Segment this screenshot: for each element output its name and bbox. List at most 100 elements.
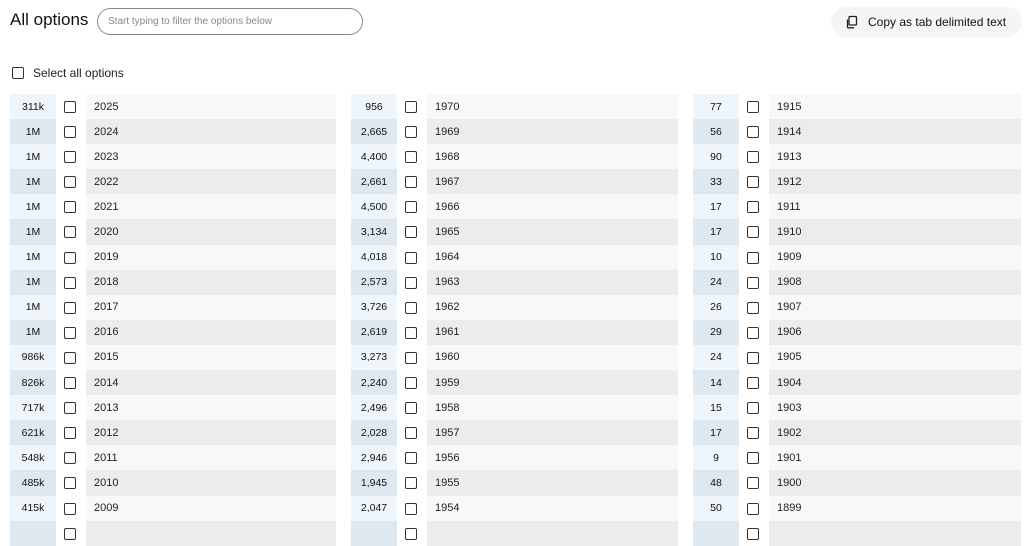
option-label: 2021 [86, 194, 336, 220]
option-checkbox[interactable] [64, 201, 76, 214]
option-label: 2024 [86, 119, 336, 145]
option-checkbox[interactable] [64, 251, 76, 264]
option-checkbox[interactable] [64, 402, 76, 415]
option-checkbox[interactable] [405, 477, 417, 490]
option-count: 621k [10, 420, 56, 446]
option-checkbox[interactable] [747, 276, 759, 289]
option-checkbox[interactable] [747, 377, 759, 390]
option-checkbox[interactable] [405, 176, 417, 189]
option-checkbox[interactable] [747, 251, 759, 264]
option-checkbox[interactable] [405, 301, 417, 314]
select-all-label: Select all options [33, 66, 124, 80]
option-label: 2022 [86, 169, 336, 195]
select-all-option[interactable]: Select all options [12, 66, 124, 80]
option-count: 33 [693, 169, 739, 195]
option-count: 9 [693, 445, 739, 471]
option-count: 1M [10, 244, 56, 270]
option-checkbox[interactable] [747, 226, 759, 239]
option-checkbox[interactable] [405, 402, 417, 415]
option-count [693, 520, 739, 546]
option-checkbox[interactable] [64, 351, 76, 364]
option-checkbox[interactable] [405, 251, 417, 264]
option-checkbox[interactable] [747, 326, 759, 339]
option-checkbox[interactable] [64, 477, 76, 490]
copy-tab-delimited-button[interactable]: Copy as tab delimited text [831, 7, 1022, 37]
option-label: 2014 [86, 370, 336, 396]
option-checkbox[interactable] [405, 527, 417, 540]
option-count: 2,946 [351, 445, 397, 471]
option-label: 1969 [427, 119, 678, 145]
select-all-checkbox[interactable] [12, 67, 24, 79]
option-label: 1959 [427, 370, 678, 396]
option-label: 2011 [86, 445, 336, 471]
option-checkbox[interactable] [747, 151, 759, 164]
option-count: 50 [693, 495, 739, 521]
option-count: 717k [10, 395, 56, 421]
option-checkbox[interactable] [405, 427, 417, 440]
option-label: 1915 [769, 94, 1021, 120]
option-count: 956 [351, 94, 397, 120]
option-checkbox[interactable] [64, 326, 76, 339]
option-checkbox[interactable] [405, 151, 417, 164]
option-label: 1901 [769, 445, 1021, 471]
option-count: 56 [693, 119, 739, 145]
option-checkbox[interactable] [64, 502, 76, 515]
option-checkbox[interactable] [64, 151, 76, 164]
option-checkbox[interactable] [405, 452, 417, 465]
option-checkbox[interactable] [64, 226, 76, 239]
option-checkbox[interactable] [64, 377, 76, 390]
option-checkbox[interactable] [405, 377, 417, 390]
option-label: 2016 [86, 319, 336, 345]
option-checkbox[interactable] [405, 351, 417, 364]
option-checkbox[interactable] [405, 226, 417, 239]
option-checkbox[interactable] [405, 201, 417, 214]
option-checkbox[interactable] [64, 301, 76, 314]
option-count: 48 [693, 470, 739, 496]
option-count: 24 [693, 344, 739, 371]
option-checkbox[interactable] [747, 201, 759, 214]
filter-search-input[interactable] [97, 8, 363, 35]
option-checkbox[interactable] [405, 126, 417, 139]
option-checkbox[interactable] [747, 402, 759, 415]
option-label: 2010 [86, 470, 336, 496]
option-count: 2,028 [351, 420, 397, 446]
option-checkbox[interactable] [64, 126, 76, 139]
option-checkbox[interactable] [405, 101, 417, 113]
option-checkbox[interactable] [405, 502, 417, 515]
option-count [351, 520, 397, 546]
copy-icon [845, 15, 859, 29]
option-checkbox[interactable] [747, 301, 759, 314]
option-label: 1905 [769, 344, 1021, 371]
option-checkbox[interactable] [747, 502, 759, 515]
option-count: 1M [10, 169, 56, 195]
option-checkbox[interactable] [747, 126, 759, 139]
option-checkbox[interactable] [747, 101, 759, 113]
option-label: 2012 [86, 420, 336, 446]
option-label: 1914 [769, 119, 1021, 145]
option-count: 2,661 [351, 169, 397, 195]
option-label: 1956 [427, 445, 678, 471]
option-label: 1961 [427, 319, 678, 345]
option-checkbox[interactable] [747, 176, 759, 189]
option-count: 1M [10, 319, 56, 345]
option-checkbox[interactable] [64, 276, 76, 289]
option-checkbox[interactable] [747, 427, 759, 440]
option-label: 1957 [427, 420, 678, 446]
option-label: 1904 [769, 370, 1021, 396]
option-count: 10 [693, 244, 739, 270]
option-checkbox[interactable] [64, 176, 76, 189]
option-checkbox[interactable] [747, 527, 759, 540]
option-label: 1963 [427, 269, 678, 295]
option-checkbox[interactable] [64, 101, 76, 113]
option-checkbox[interactable] [64, 527, 76, 540]
option-count: 17 [693, 219, 739, 245]
option-label: 1965 [427, 219, 678, 245]
option-checkbox[interactable] [747, 477, 759, 490]
option-checkbox[interactable] [64, 452, 76, 465]
option-checkbox[interactable] [747, 351, 759, 364]
option-label: 1966 [427, 194, 678, 220]
option-checkbox[interactable] [64, 427, 76, 440]
option-checkbox[interactable] [405, 276, 417, 289]
option-checkbox[interactable] [747, 452, 759, 465]
option-checkbox[interactable] [405, 326, 417, 339]
